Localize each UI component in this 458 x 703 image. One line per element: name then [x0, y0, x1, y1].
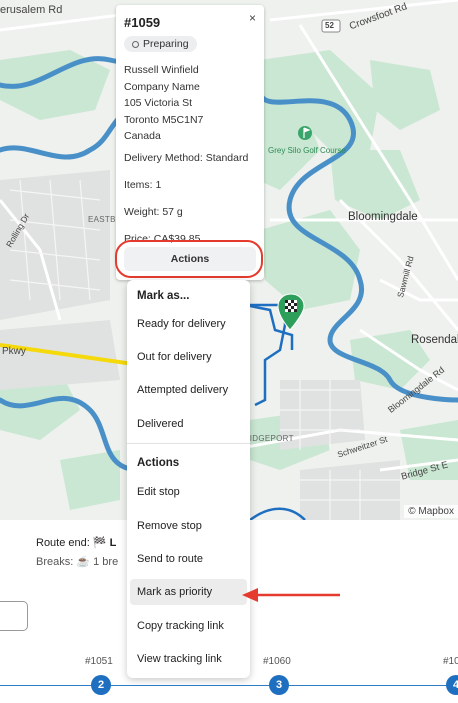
map-label-jerusalem: erusalem Rd: [0, 4, 63, 16]
timeline-stop-marker[interactable]: 4: [446, 675, 458, 695]
order-id: #1059: [124, 15, 161, 30]
timeline-stop-marker[interactable]: 3: [269, 675, 289, 695]
breaks: Breaks: ☕ 1 bre: [36, 555, 118, 568]
route-end-label: Route end:: [36, 537, 90, 549]
stop-popup: #1059 × Preparing Russell Winfield Compa…: [116, 5, 264, 280]
route-end: Route end: 🏁 L: [36, 536, 116, 549]
menu-item-copy-tracking-link[interactable]: Copy tracking link: [130, 613, 247, 639]
close-icon[interactable]: ×: [249, 11, 256, 25]
status-badge: Preparing: [124, 36, 197, 52]
address-line: Toronto M5C1N7: [124, 113, 204, 126]
red-arrow-annotation: [242, 588, 340, 602]
mapbox-attribution[interactable]: © Mapbox: [404, 505, 458, 518]
address-block: Russell Winfield Company Name 105 Victor…: [124, 62, 256, 145]
map-label-pkwy: Pkwy: [2, 346, 26, 357]
menu-divider: [127, 443, 250, 444]
timeline-line: [0, 685, 458, 686]
coffee-icon: ☕: [76, 556, 91, 568]
address-line: Canada: [124, 130, 161, 142]
menu-item-ready-for-delivery[interactable]: Ready for delivery: [130, 311, 247, 337]
menu-item-attempted-delivery[interactable]: Attempted delivery: [130, 377, 247, 403]
map-label-highway: 52: [325, 21, 334, 30]
items-count: Items: 1: [124, 178, 162, 191]
address-line: Company Name: [124, 80, 200, 93]
route-input[interactable]: [0, 601, 28, 631]
route-end-value: L: [109, 537, 117, 549]
map-label-bloomingdale: Bloomingdale: [348, 211, 418, 223]
menu-item-delivered[interactable]: Delivered: [130, 411, 247, 437]
status-label: Preparing: [143, 38, 189, 50]
menu-item-edit-stop[interactable]: Edit stop: [130, 479, 247, 505]
menu-item-mark-as-priority[interactable]: Mark as priority: [130, 579, 247, 605]
menu-item-out-for-delivery[interactable]: Out for delivery: [130, 344, 247, 370]
delivery-method: Delivery Method: Standard: [124, 151, 249, 164]
address-line: 105 Victoria St: [124, 97, 193, 109]
actions-heading: Actions: [137, 457, 180, 469]
map-label-grey-silo: Grey Silo Golf Course: [268, 146, 346, 155]
menu-item-send-to-route[interactable]: Send to route: [130, 546, 247, 572]
mark-as-heading: Mark as...: [137, 290, 190, 302]
address-line: Russell Winfield: [124, 64, 199, 76]
breaks-label: Breaks:: [36, 556, 74, 568]
menu-item-remove-stop[interactable]: Remove stop: [130, 513, 247, 539]
breaks-value: 1 bre: [93, 556, 119, 568]
menu-item-view-tracking-link[interactable]: View tracking link: [130, 646, 247, 672]
timeline-stop-label: #10: [443, 656, 458, 667]
timeline-stop-label: #1051: [85, 656, 113, 667]
golf-course-icon: [298, 126, 312, 140]
checkered-flag-icon: 🏁: [92, 537, 107, 549]
actions-dropdown-menu: Mark as... Ready for delivery Out for de…: [127, 280, 250, 678]
price: Price: CA$39.85: [124, 232, 201, 245]
timeline-stop-label: #1060: [263, 656, 291, 667]
status-circle-icon: [132, 40, 139, 48]
actions-button[interactable]: Actions: [124, 247, 256, 271]
map-label-rosendale: Rosendale: [411, 334, 458, 346]
timeline-stop-marker[interactable]: 2: [91, 675, 111, 695]
weight: Weight: 57 g: [124, 205, 183, 218]
